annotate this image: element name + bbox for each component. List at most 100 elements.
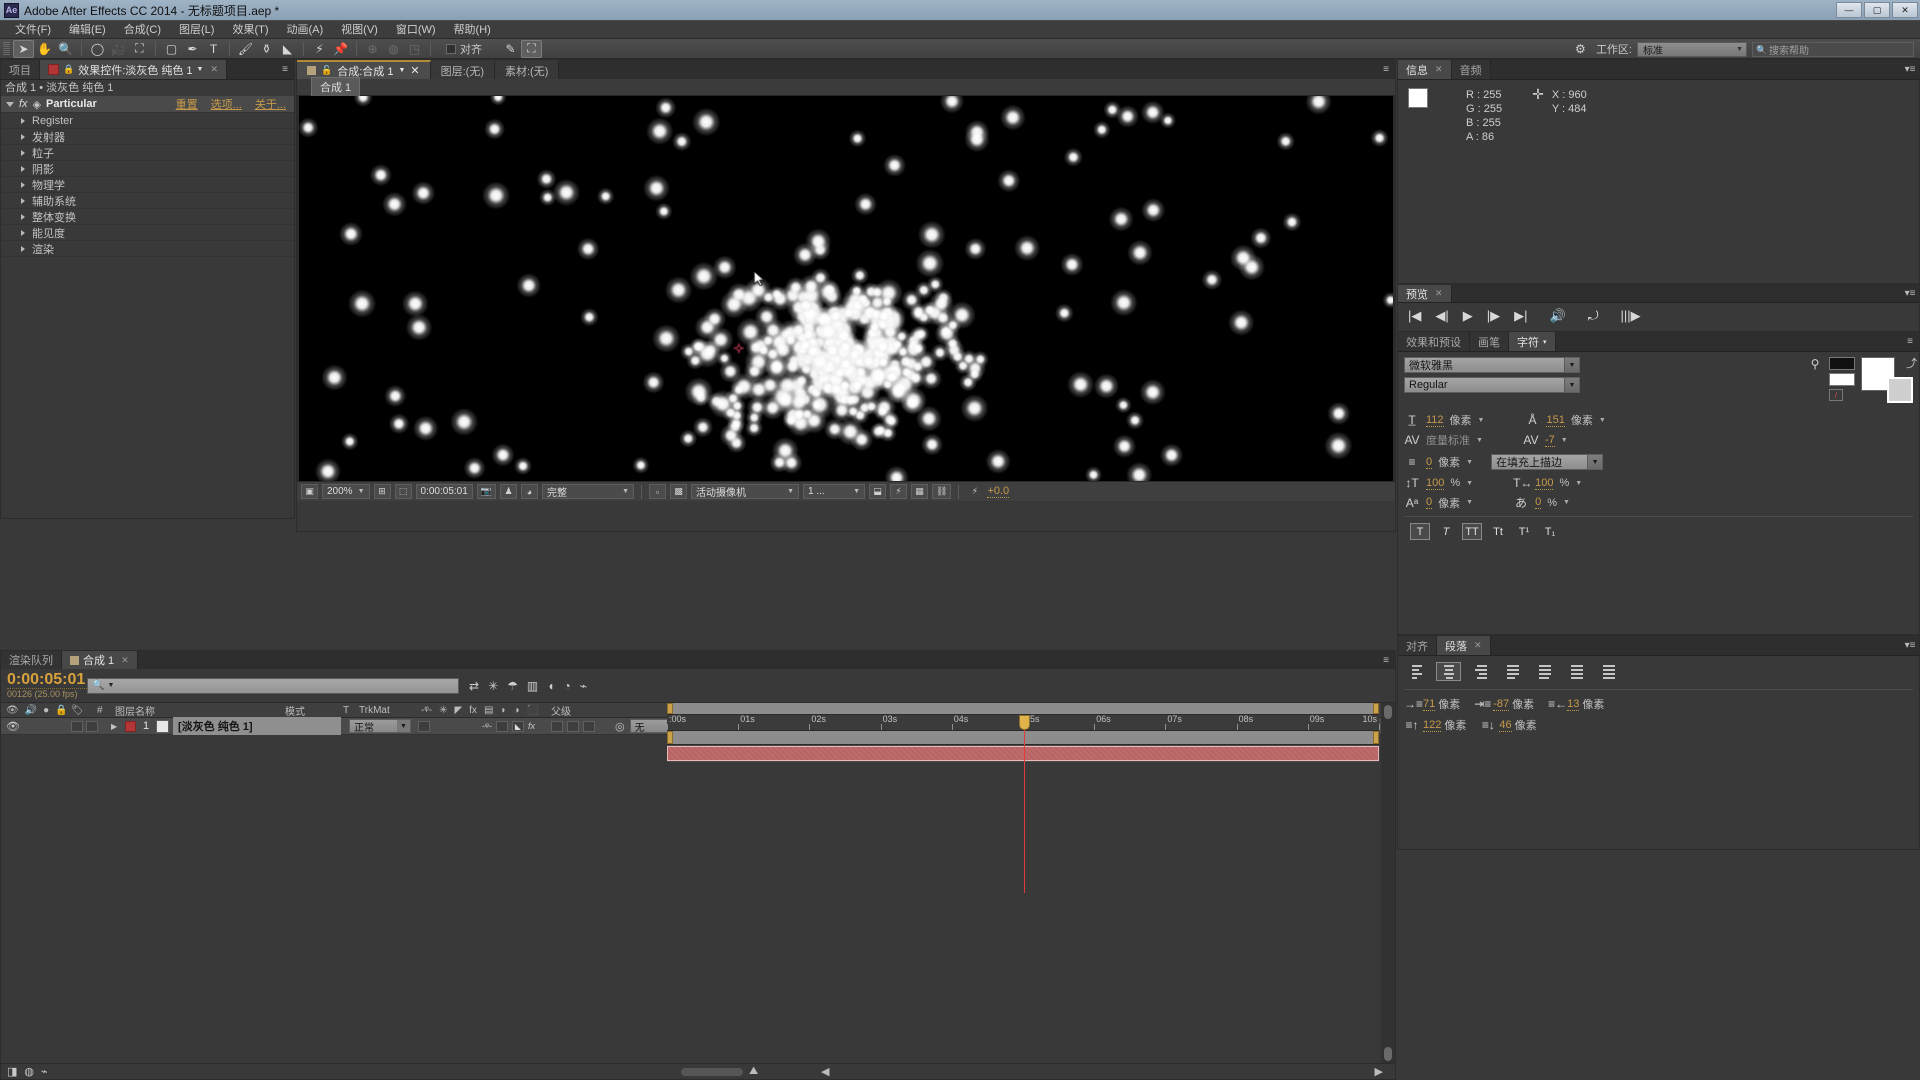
zoom-tool-icon[interactable]: 🔍 [55,40,76,58]
puppet-overlap-icon[interactable]: ✎ [500,40,521,58]
rotation-tool-icon[interactable]: ◯ [87,40,108,58]
help-search-input[interactable]: 🔍 搜索帮助 [1752,41,1914,57]
three-d-toggle[interactable] [582,720,595,732]
effect-group-row[interactable]: 辅助系统 [1,193,294,209]
eyedropper-icon[interactable]: ⚲ [1807,357,1823,371]
paragraph-align-button-4[interactable] [1532,662,1557,681]
motion-blur-toggle[interactable] [566,720,579,732]
collapse-toggle[interactable] [495,720,508,732]
chevron-down-icon[interactable]: ▼ [1466,499,1473,506]
text-stroke-swatch[interactable] [1887,377,1913,403]
always-preview-icon[interactable]: ▣ [301,484,318,499]
effect-group-row[interactable]: 粒子 [1,145,294,161]
zoom-select[interactable]: 200% ▼ [322,484,370,499]
graph-editor-icon[interactable]: ◔ [563,679,570,693]
exposure-reset-icon[interactable]: ⚡ [966,484,983,499]
tracking-value[interactable]: -7 [1544,434,1555,447]
quality-toggle[interactable]: ◣ [511,720,524,732]
grid-guides-icon[interactable]: ⊞ [373,484,391,499]
font-size-value[interactable]: 112 [1426,414,1444,427]
roto-brush-tool-icon[interactable]: ⚡ [309,40,330,58]
lock-icon[interactable]: 🔒 [63,64,74,75]
layer-audio-toggle[interactable] [71,720,83,732]
panel-menu-icon[interactable]: ▾≡ [1901,285,1919,302]
chevron-down-icon[interactable]: ▼ [1478,417,1485,424]
tab-render-queue[interactable]: 渲染队列 [1,651,62,669]
baseline-shift-value[interactable]: 0 [1426,496,1433,509]
effect-group-row[interactable]: 能见度 [1,225,294,241]
menu-item-3[interactable]: 图层(L) [170,21,223,39]
loop-button[interactable]: ⤾ [1588,308,1599,324]
channel-rgb-icon[interactable]: ◕ [521,484,538,499]
space-after-value[interactable]: 46 [1499,719,1512,732]
font-family-select[interactable]: 微软雅黑 ▼ [1404,357,1580,373]
tab-project[interactable]: 项目 [1,60,40,79]
tab-info[interactable]: 信息 ✕ [1398,60,1452,79]
menu-item-4[interactable]: 效果(T) [223,21,277,39]
panel-menu-icon[interactable]: ▾≡ [1901,636,1919,655]
ram-preview-button[interactable]: |||▶ [1621,308,1641,324]
mask-feather-icon[interactable]: ◍ [383,40,404,58]
menu-item-1[interactable]: 编辑(E) [60,21,115,39]
preserve-transparency-toggle[interactable] [418,720,430,732]
nav-left-icon[interactable]: ◀ [821,1065,829,1078]
tab-paragraph[interactable]: 段落 ✕ [1437,636,1491,655]
comp-render-icon[interactable]: ◍ [24,1065,34,1078]
eye-icon[interactable]: 👁 [6,705,19,716]
resolution-select[interactable]: 完整 ▼ [542,484,634,499]
work-area-bar[interactable] [667,703,1379,715]
last-frame-button[interactable]: ▶| [1514,308,1527,324]
close-icon[interactable]: ✕ [410,64,419,77]
breadcrumb-comp-chip[interactable]: 合成 1 [311,77,361,97]
work-area-bar-lower[interactable] [667,731,1379,745]
anchor-point-icon[interactable]: ⊕ [362,40,383,58]
puppet-starch-icon[interactable]: ⛶ [521,39,542,58]
work-area-start-handle[interactable] [667,703,673,714]
paragraph-align-button-6[interactable] [1596,662,1621,681]
tab-align[interactable]: 对齐 [1398,636,1437,655]
panel-menu-icon[interactable]: ≡ [1377,651,1395,669]
disclosure-triangle-icon[interactable] [21,197,25,204]
timeline-vertical-scrollbar[interactable] [1381,703,1395,1063]
tab-footage[interactable]: 素材:(无) [495,60,560,79]
maximize-button[interactable]: ▢ [1864,2,1890,18]
space-before-value[interactable]: 122 [1423,719,1442,732]
comp-flowchart-icon[interactable]: ⛓ [932,484,952,499]
chevron-down-icon[interactable]: ▾ [1543,338,1547,346]
timeline-graph-area[interactable]: :00s 01s 02s 03s 04s 05s 06s 07s 08s 09s 10s [667,703,1380,893]
views-select[interactable]: 1 ... ▼ [803,484,865,499]
chevron-down-icon[interactable]: ▼ [1561,437,1568,444]
disclosure-triangle-icon[interactable] [21,245,25,252]
workspace-toggle-icon[interactable]: ⚙ [1570,40,1591,58]
close-icon[interactable]: ✕ [210,64,218,75]
shy-toggle-icon[interactable]: -ᵠ- [482,721,492,731]
indent-left-group[interactable]: →≡ 71 像素 [1404,696,1460,712]
timeline-horizontal-scrollbar[interactable] [681,1068,743,1076]
first-frame-button[interactable]: |◀ [1408,308,1421,324]
mode-header[interactable]: 模式 [285,703,343,718]
paragraph-align-button-1[interactable] [1436,662,1461,681]
paragraph-align-button-0[interactable] [1404,662,1429,681]
show-snapshot-icon[interactable]: ♟ [500,484,517,499]
panel-menu-icon[interactable]: ≡ [276,60,294,79]
pan-behind-tool-icon[interactable]: ⛶ [129,40,150,58]
horizontal-scale-value[interactable]: 100 [1535,477,1554,490]
fill-color-swatch[interactable] [1829,373,1855,386]
chevron-down-icon[interactable]: ▼ [1599,417,1606,424]
indent-left-value[interactable]: 71 [1423,698,1436,711]
indent-first-group[interactable]: ⇥≡ -87 像素 [1474,696,1534,712]
panel-menu-icon[interactable]: ≡ [1901,332,1919,351]
disclosure-triangle-icon[interactable] [6,101,14,107]
play-button[interactable]: ▶ [1463,308,1473,324]
eraser-tool-icon[interactable]: ◣ [277,40,298,58]
lock-icon[interactable]: 🔓 [321,65,332,76]
chevron-down-icon[interactable]: ▼ [1476,437,1483,444]
scroll-thumb-down[interactable] [1384,1047,1392,1061]
text-style-button-4[interactable]: T¹ [1514,523,1534,540]
disclosure-triangle-icon[interactable] [21,117,25,124]
close-icon[interactable]: ✕ [1474,640,1482,651]
camera-select[interactable]: 活动摄像机 ▼ [691,484,799,499]
stroke-width-value[interactable]: 0 [1426,456,1433,469]
parent-pickwhip-icon[interactable]: ◎ [615,720,625,733]
tab-effects-presets[interactable]: 效果和预设 [1398,332,1470,351]
